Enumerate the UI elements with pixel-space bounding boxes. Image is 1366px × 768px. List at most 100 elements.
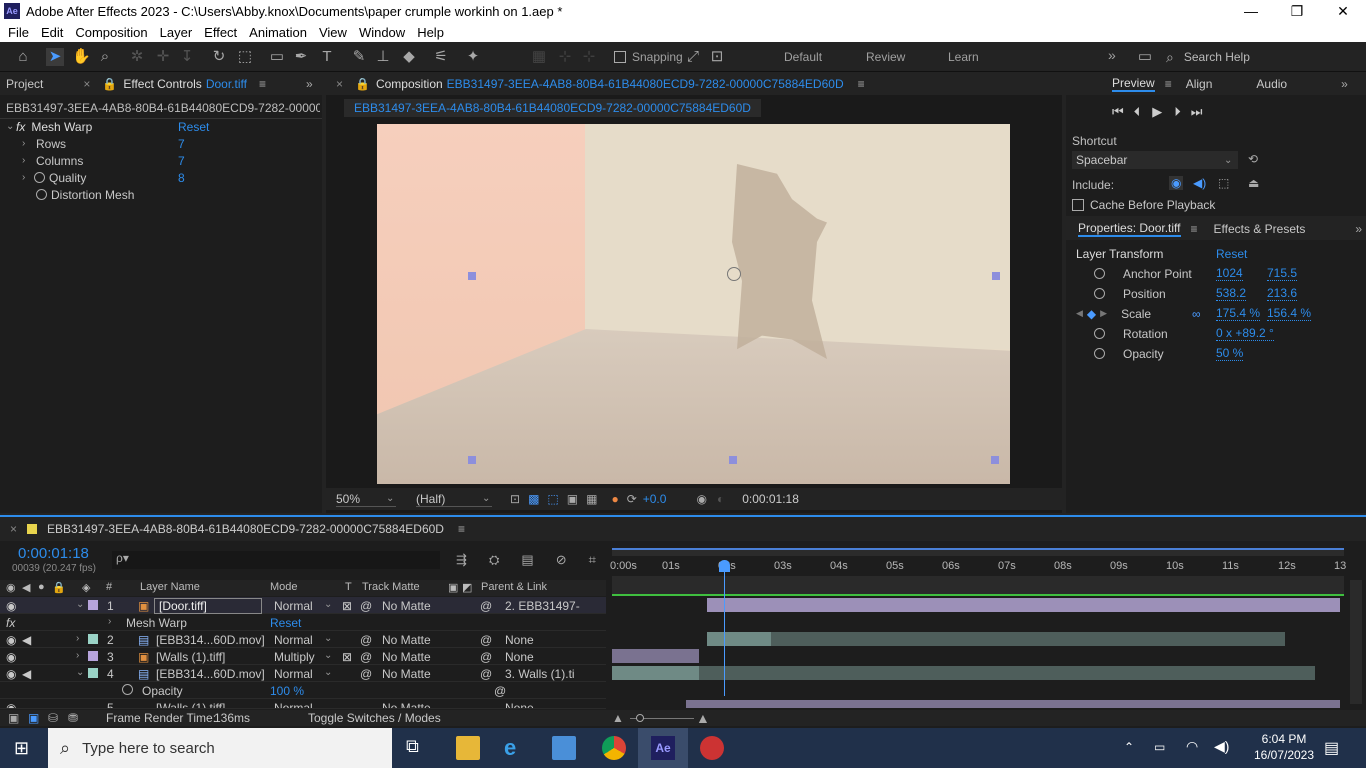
zoom-in-icon[interactable]: ▲ bbox=[696, 710, 710, 726]
app-taskbar-icon[interactable] bbox=[700, 736, 724, 760]
expand-effect-icon[interactable]: › bbox=[108, 616, 118, 627]
menu-edit[interactable]: Edit bbox=[35, 25, 69, 40]
windows-start-icon[interactable]: ⊞ bbox=[14, 738, 34, 758]
layer-switches-icon[interactable]: ▣ bbox=[8, 711, 19, 725]
anchor-point-icon[interactable] bbox=[727, 267, 741, 281]
tab-effects-presets[interactable]: Effects & Presets bbox=[1214, 222, 1306, 236]
collapse-effect-icon[interactable]: ⌄ bbox=[6, 121, 16, 132]
tab-properties[interactable]: Properties: Door.tiff bbox=[1078, 221, 1181, 237]
playhead-handle-icon[interactable] bbox=[719, 560, 730, 572]
close-tab-icon[interactable]: × bbox=[83, 77, 90, 91]
expand-panels-icon[interactable]: » bbox=[1341, 77, 1348, 91]
selection-tool-icon[interactable]: ➤ bbox=[46, 48, 64, 66]
taskbar-search-box[interactable]: ⌕ Type here to search bbox=[48, 728, 392, 768]
tab-audio[interactable]: Audio bbox=[1256, 77, 1287, 91]
previous-frame-icon[interactable]: ⏴ bbox=[1134, 104, 1141, 120]
world-axis-icon[interactable]: ⊹ bbox=[580, 48, 598, 66]
after-effects-taskbar-icon[interactable]: Ae bbox=[651, 736, 675, 760]
show-snapshot-icon[interactable]: ◐ bbox=[717, 492, 724, 506]
tab-effect-controls[interactable]: Effect Controls bbox=[123, 77, 201, 91]
menu-composition[interactable]: Composition bbox=[69, 25, 153, 40]
mask-visibility-icon[interactable]: ⬚ bbox=[547, 492, 558, 506]
expand-panels-icon[interactable]: » bbox=[306, 77, 313, 91]
snap-options-icon[interactable]: ⤢ bbox=[684, 48, 702, 66]
parent-dropdown[interactable]: None bbox=[505, 650, 534, 664]
anchor-point-x[interactable]: 1024 bbox=[1216, 266, 1243, 281]
track-matte-dropdown[interactable]: No Matte bbox=[382, 599, 431, 613]
zoom-slider-handle[interactable] bbox=[636, 714, 644, 722]
prev-keyframe-icon[interactable]: ◀ bbox=[1076, 308, 1083, 319]
tab-composition[interactable]: Composition bbox=[376, 77, 443, 91]
audio-switch-icon[interactable]: ◀ bbox=[22, 581, 30, 594]
anchor-point-y[interactable]: 715.5 bbox=[1267, 266, 1298, 281]
workspace-learn[interactable]: Learn bbox=[948, 50, 979, 64]
include-overlays-icon[interactable]: ⬚ bbox=[1218, 176, 1229, 190]
composition-viewer[interactable] bbox=[377, 124, 1010, 484]
notifications-icon[interactable]: ▤ bbox=[1324, 738, 1339, 758]
chevron-down-icon[interactable]: ⌄ bbox=[324, 599, 334, 610]
puppet-pin-icon[interactable]: ✦ bbox=[464, 48, 482, 66]
include-video-icon[interactable]: ◉ bbox=[1169, 176, 1184, 190]
parent-dropdown[interactable]: None bbox=[505, 633, 534, 647]
frame-blending-icon[interactable]: ⊘ bbox=[556, 552, 567, 568]
comp-mini-flowchart-icon[interactable]: ⇶ bbox=[456, 552, 467, 568]
effect-reset-link[interactable]: Reset bbox=[178, 120, 209, 134]
pen-tool-icon[interactable]: ✒ bbox=[292, 48, 310, 66]
reset-exposure-icon[interactable]: ⟳ bbox=[627, 492, 637, 506]
stopwatch-icon[interactable] bbox=[36, 189, 47, 200]
close-tab-icon[interactable]: × bbox=[10, 522, 17, 536]
video-switch-icon[interactable]: ◉ bbox=[6, 581, 16, 594]
workspace-default[interactable]: Default bbox=[784, 50, 822, 64]
timeline-search-input[interactable]: ρ▾ bbox=[112, 551, 440, 569]
bounding-handle-icon[interactable] bbox=[991, 456, 999, 464]
grid-options-icon[interactable]: ▦ bbox=[586, 492, 597, 506]
header-mode[interactable]: Mode bbox=[270, 581, 298, 593]
close-tab-icon[interactable]: × bbox=[336, 77, 343, 91]
blend-mode-dropdown[interactable]: Normal bbox=[274, 667, 313, 681]
label-color-icon[interactable] bbox=[88, 634, 98, 644]
parent-pickwhip-icon[interactable]: @ bbox=[480, 633, 492, 647]
menu-effect[interactable]: Effect bbox=[198, 25, 243, 40]
collapse-layer-icon[interactable]: ⌄ bbox=[76, 667, 86, 678]
rotation-value[interactable]: 0 x +89.2 ° bbox=[1216, 326, 1274, 341]
search-help-field[interactable]: ⌕ Search Help bbox=[1166, 48, 1366, 66]
layer-bar-video-work[interactable] bbox=[707, 632, 771, 646]
time-ruler[interactable] bbox=[612, 576, 1344, 596]
stopwatch-icon[interactable] bbox=[1094, 268, 1105, 279]
menu-layer[interactable]: Layer bbox=[154, 25, 199, 40]
axis-icon[interactable]: ⊹ bbox=[556, 48, 574, 66]
header-track-matte[interactable]: Track Matte bbox=[362, 581, 420, 593]
layer-name[interactable]: [EBB314...60D.mov] bbox=[156, 667, 265, 681]
panel-menu-icon[interactable]: ≡ bbox=[458, 522, 465, 536]
header-layer-name[interactable]: Layer Name bbox=[140, 581, 200, 593]
layer-name[interactable]: [Walls (1).tiff] bbox=[156, 701, 225, 708]
bounding-handle-icon[interactable] bbox=[992, 272, 1000, 280]
track-matte-dropdown[interactable]: No Matte bbox=[382, 667, 431, 681]
remote-desktop-icon[interactable] bbox=[552, 736, 576, 760]
in-out-icon[interactable]: ⛁ bbox=[48, 711, 58, 725]
expand-rows-icon[interactable]: › bbox=[22, 138, 32, 149]
zoom-out-icon[interactable]: ▲ bbox=[612, 711, 624, 725]
prop-value-rows[interactable]: 7 bbox=[178, 137, 185, 151]
next-frame-icon[interactable]: ⏵ bbox=[1174, 104, 1181, 120]
header-parent-link[interactable]: Parent & Link bbox=[481, 581, 547, 593]
scale-x[interactable]: 175.4 % bbox=[1216, 306, 1261, 321]
cache-checkbox[interactable] bbox=[1072, 199, 1084, 211]
chevron-down-icon[interactable]: ⌄ bbox=[324, 633, 334, 644]
parent-pickwhip-icon[interactable]: ◩ bbox=[462, 581, 472, 594]
panel-menu-icon[interactable]: ≡ bbox=[259, 77, 266, 91]
layer-name-input[interactable]: [Door.tiff] bbox=[154, 598, 262, 614]
panel-menu-icon[interactable]: ≡ bbox=[1191, 222, 1198, 236]
zoom-dropdown[interactable]: 50% ⌄ bbox=[336, 492, 396, 507]
preserve-transparency-icon[interactable]: ⊠ bbox=[342, 650, 352, 664]
workspace-panel-icon[interactable]: ▭ bbox=[1136, 48, 1154, 66]
system-clock[interactable]: 6:04 PM 16/07/2023 bbox=[1254, 732, 1314, 762]
menu-view[interactable]: View bbox=[313, 25, 353, 40]
rotation-tool-icon[interactable]: ↻ bbox=[210, 48, 228, 66]
parent-dropdown[interactable]: None bbox=[505, 701, 534, 708]
more-workspaces-icon[interactable]: » bbox=[1108, 47, 1116, 63]
table-row[interactable]: ◉ 5 [Walls (1).tiff] Normal No Matte Non… bbox=[0, 699, 606, 709]
matte-pickwhip-icon[interactable]: @ bbox=[360, 667, 372, 681]
tab-align[interactable]: Align bbox=[1186, 77, 1213, 91]
keyframe-icon[interactable]: ◆ bbox=[1087, 307, 1096, 321]
